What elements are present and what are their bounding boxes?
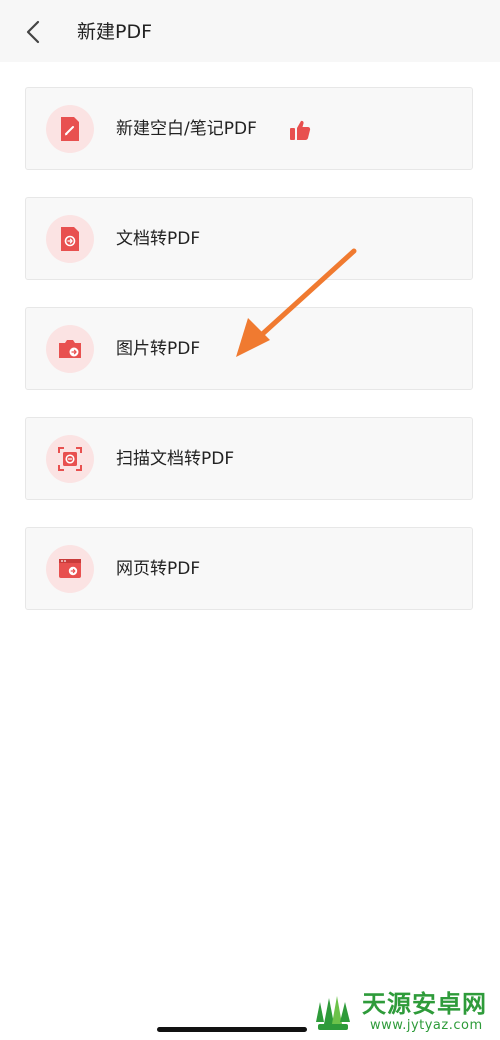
thumbs-up-icon — [290, 120, 311, 140]
camera-convert-icon — [59, 340, 81, 358]
back-button[interactable] — [18, 16, 48, 48]
page-title: 新建PDF — [77, 21, 153, 43]
new-blank-note-pdf-item[interactable]: 新建空白/笔记PDF — [25, 87, 473, 170]
webpage-to-pdf-item[interactable]: 网页转PDF — [25, 527, 473, 610]
item-icon-bg — [46, 545, 94, 593]
watermark-title: 天源安卓网 — [362, 990, 487, 1018]
item-label: 网页转PDF — [116, 559, 201, 579]
item-label: 新建空白/笔记PDF — [116, 119, 257, 139]
item-icon-bg — [46, 435, 94, 483]
webpage-convert-icon — [59, 559, 81, 578]
watermark: 天源安卓网 www.jytyaz.com — [310, 990, 500, 1038]
file-convert-icon — [61, 227, 79, 251]
chevron-left-icon — [26, 20, 40, 44]
item-label: 扫描文档转PDF — [116, 449, 235, 469]
document-to-pdf-item[interactable]: 文档转PDF — [25, 197, 473, 280]
watermark-url: www.jytyaz.com — [370, 1018, 483, 1033]
android-logo-icon — [316, 996, 350, 1030]
top-bar: 新建PDF — [0, 0, 500, 62]
scan-document-to-pdf-item[interactable]: 扫描文档转PDF — [25, 417, 473, 500]
home-indicator[interactable] — [157, 1027, 307, 1032]
item-label: 图片转PDF — [116, 339, 201, 359]
scan-document-icon — [58, 447, 82, 471]
item-icon-bg — [46, 215, 94, 263]
pen-document-icon — [61, 117, 79, 141]
item-label: 文档转PDF — [116, 229, 201, 249]
image-to-pdf-item[interactable]: 图片转PDF — [25, 307, 473, 390]
item-icon-bg — [46, 105, 94, 153]
item-icon-bg — [46, 325, 94, 373]
